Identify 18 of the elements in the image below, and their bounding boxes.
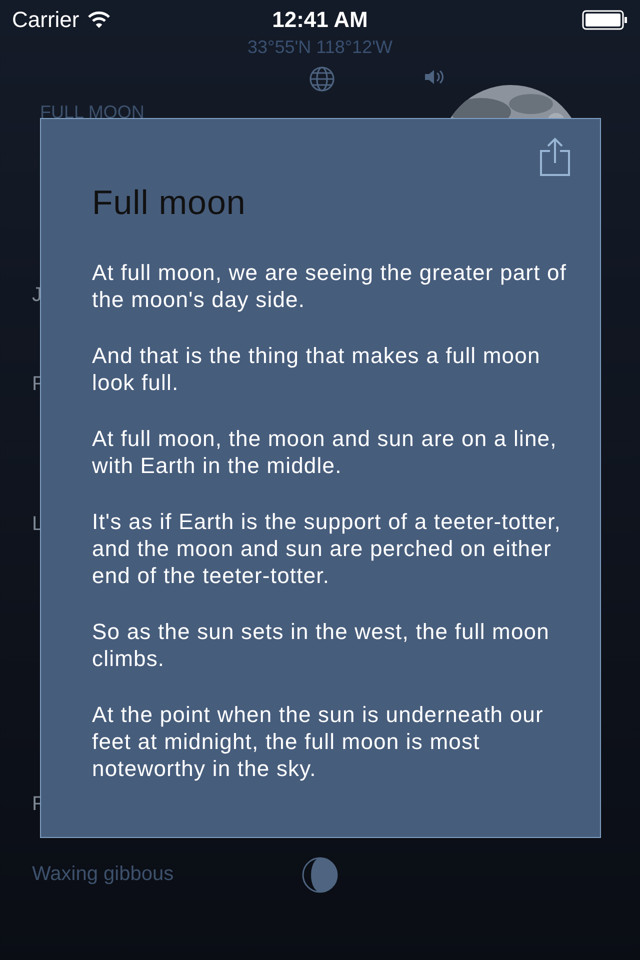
info-paragraph: At full moon, we are seeing the greater part of the moon's day side.	[92, 259, 568, 313]
info-paragraph: At full moon, the moon and sun are on a line, with Earth in the middle.	[92, 425, 558, 479]
phase-heading: FULL MOON	[40, 102, 144, 122]
speaker-icon[interactable]	[424, 68, 444, 86]
panel-title: Full moon	[92, 185, 246, 221]
info-paragraph: So as the sun sets in the west, the full moon climbs.	[92, 618, 550, 672]
wifi-icon	[87, 11, 112, 29]
carrier-name: Carrier	[12, 7, 80, 33]
location-coordinates: 33°55'N 118°12'W	[247, 37, 393, 57]
battery-icon	[582, 10, 628, 30]
info-paragraph: At the point when the sun is underneath our feet at midnight, the full moon is most noteworthy in the sky.	[92, 701, 544, 782]
globe-icon[interactable]	[309, 66, 335, 92]
clock-time: 12:41 AM	[272, 7, 368, 32]
info-paragraph: And that is the thing that makes a full moon look full.	[92, 342, 542, 396]
share-icon[interactable]	[540, 137, 570, 177]
moon-phase-icon	[301, 856, 339, 894]
info-paragraph: It's as if Earth is the support of a teeter-totter, and the moon and sun are perched on either end of the teeter-totter.	[92, 508, 562, 589]
phase-label: Waxing gibbous	[32, 862, 174, 886]
